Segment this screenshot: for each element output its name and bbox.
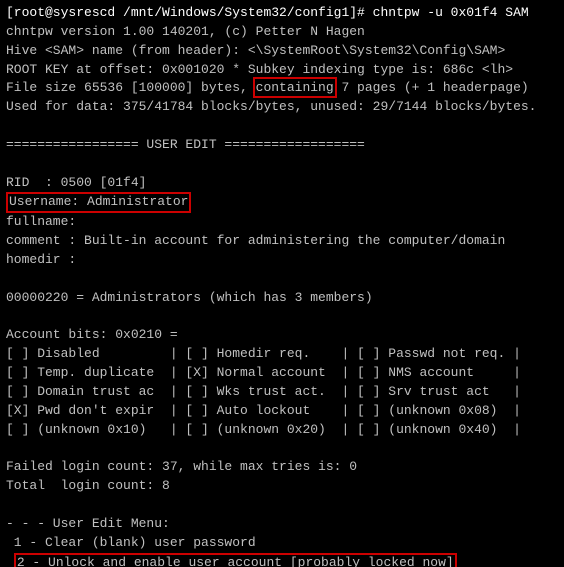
line-admin-group: 00000220 = Administrators (which has 3 m…	[6, 289, 558, 308]
line-blank-4	[6, 308, 558, 327]
containing-highlight: containing	[256, 80, 334, 95]
line-blank-1	[6, 117, 558, 136]
line-total-login: Total login count: 8	[6, 477, 558, 496]
line-homedir: homedir :	[6, 251, 558, 270]
line-menu-2: 2 - Unlock and enable user account [prob…	[6, 553, 558, 567]
line-username: Username: Administrator	[6, 192, 558, 213]
line-comment: comment : Built-in account for administe…	[6, 232, 558, 251]
line-bits-2: [ ] Temp. duplicate | [X] Normal account…	[6, 364, 558, 383]
line-account-bits-header: Account bits: 0x0210 =	[6, 326, 558, 345]
menu-item-2-highlight: 2 - Unlock and enable user account [prob…	[14, 553, 457, 567]
line-menu-header: - - - User Edit Menu:	[6, 515, 558, 534]
line-blank-3	[6, 270, 558, 289]
line-bits-3: [ ] Domain trust ac | [ ] Wks trust act.…	[6, 383, 558, 402]
line-3: ROOT KEY at offset: 0x001020 * Subkey in…	[6, 61, 558, 80]
line-menu-1: 1 - Clear (blank) user password	[6, 534, 558, 553]
line-rid: RID : 0500 [01f4]	[6, 174, 558, 193]
username-highlight: Username: Administrator	[6, 192, 191, 213]
line-4: File size 65536 [100000] bytes, containi…	[6, 79, 558, 98]
line-bits-4: [X] Pwd don't expir | [ ] Auto lockout |…	[6, 402, 558, 421]
line-bits-5: [ ] (unknown 0x10) | [ ] (unknown 0x20) …	[6, 421, 558, 440]
line-5: Used for data: 375/41784 blocks/bytes, u…	[6, 98, 558, 117]
line-blank-2	[6, 155, 558, 174]
line-blank-5	[6, 439, 558, 458]
line-blank-6	[6, 496, 558, 515]
line-fullname: fullname:	[6, 213, 558, 232]
prompt-line: [root@sysrescd /mnt/Windows/System32/con…	[6, 4, 558, 23]
terminal-window: [root@sysrescd /mnt/Windows/System32/con…	[0, 0, 564, 567]
line-1: chntpw version 1.00 140201, (c) Petter N…	[6, 23, 558, 42]
line-bits-1: [ ] Disabled | [ ] Homedir req. | [ ] Pa…	[6, 345, 558, 364]
line-2: Hive <SAM> name (from header): <\SystemR…	[6, 42, 558, 61]
line-failed-login: Failed login count: 37, while max tries …	[6, 458, 558, 477]
line-user-edit: ================= USER EDIT ============…	[6, 136, 558, 155]
